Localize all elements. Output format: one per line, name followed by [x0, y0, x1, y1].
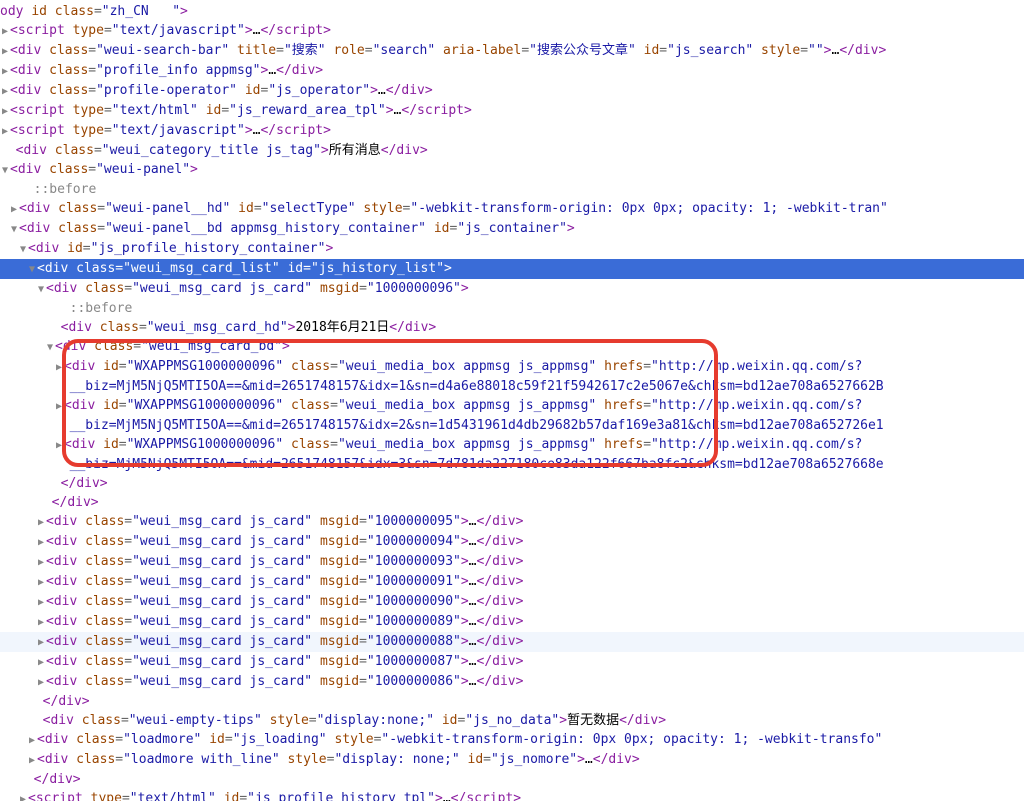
dom-close-line[interactable]: </div> — [0, 493, 1024, 512]
dom-node-line[interactable]: <div class="weui-search-bar" title="搜索" … — [0, 41, 1024, 61]
expand-arrow-icon[interactable] — [36, 633, 46, 652]
expand-arrow-icon[interactable] — [0, 62, 10, 81]
expand-arrow-icon[interactable] — [36, 653, 46, 672]
expand-arrow-icon[interactable] — [45, 338, 55, 357]
expand-arrow-icon[interactable] — [54, 397, 64, 416]
expand-arrow-icon[interactable] — [36, 573, 46, 592]
dom-node-line[interactable]: <div class="weui_msg_card js_card" msgid… — [0, 612, 1024, 632]
dom-node-line[interactable]: <div class="weui_msg_card js_card" msgid… — [0, 279, 1024, 299]
pseudo-element-line: ::before — [0, 180, 1024, 199]
dom-node-line[interactable]: <div class="weui_msg_card js_card" msgid… — [0, 552, 1024, 572]
expand-arrow-icon[interactable] — [0, 42, 10, 61]
dom-node-line[interactable]: <div class="weui-panel__hd" id="selectTy… — [0, 199, 1024, 219]
dom-close-line[interactable]: </div> — [0, 474, 1024, 493]
expand-arrow-icon[interactable] — [0, 122, 10, 141]
dom-node-continuation[interactable]: __biz=MjM5NjQ5MTI5OA==&mid=2651748157&id… — [0, 377, 1024, 396]
expand-arrow-icon[interactable] — [54, 436, 64, 455]
dom-node-line[interactable]: <div class="weui_msg_card js_card" msgid… — [0, 632, 1024, 652]
dom-node-line[interactable]: <div class="weui_msg_card js_card" msgid… — [0, 572, 1024, 592]
dom-node-line[interactable]: <div class="profile-operator" id="js_ope… — [0, 81, 1024, 101]
dom-node-line[interactable]: <script type="text/html" id="js_profile_… — [0, 789, 1024, 801]
expand-arrow-icon[interactable] — [9, 200, 19, 219]
dom-node-line[interactable]: <div id="WXAPPMSG1000000096" class="weui… — [0, 357, 1024, 377]
expand-arrow-icon[interactable] — [0, 102, 10, 121]
dom-node-line[interactable]: <script type="text/javascript">…</script… — [0, 21, 1024, 41]
expand-arrow-icon[interactable] — [36, 533, 46, 552]
dom-node-line[interactable]: <div id="js_profile_history_container"> — [0, 239, 1024, 259]
dom-node-continuation[interactable]: __biz=MjM5NjQ5MTI5OA==&mid=2651748157&id… — [0, 416, 1024, 435]
expand-arrow-icon[interactable] — [0, 82, 10, 101]
dom-node-line[interactable]: <div class="weui-panel"> — [0, 160, 1024, 180]
expand-arrow-icon[interactable] — [54, 358, 64, 377]
dom-node-line[interactable]: <div id="WXAPPMSG1000000096" class="weui… — [0, 435, 1024, 455]
dom-close-line[interactable]: </div> — [0, 692, 1024, 711]
dom-node-line[interactable]: <div class="weui_msg_card js_card" msgid… — [0, 652, 1024, 672]
dom-node-continuation[interactable]: __biz=MjM5NjQ5MTI5OA==&mid=2651748157&id… — [0, 455, 1024, 474]
expand-arrow-icon[interactable] — [18, 240, 28, 259]
dom-node-line[interactable]: <div class="loadmore" id="js_loading" st… — [0, 730, 1024, 750]
dom-node-line[interactable]: <div class="weui_msg_card js_card" msgid… — [0, 512, 1024, 532]
dom-close-line[interactable]: </div> — [0, 770, 1024, 789]
dom-node-line[interactable]: <div class="profile_info appmsg">…</div> — [0, 61, 1024, 81]
dom-node-line[interactable]: <div id="WXAPPMSG1000000096" class="weui… — [0, 396, 1024, 416]
dom-node-line[interactable]: <div class="weui_category_title js_tag">… — [0, 141, 1024, 160]
dom-node-line[interactable]: <div class="weui-empty-tips" style="disp… — [0, 711, 1024, 730]
expand-arrow-icon[interactable] — [0, 161, 10, 180]
expand-arrow-icon[interactable] — [36, 280, 46, 299]
dom-node-line[interactable]: <div class="weui_msg_card js_card" msgid… — [0, 672, 1024, 692]
expand-arrow-icon[interactable] — [36, 553, 46, 572]
dom-node-line[interactable]: <div class="loadmore with_line" style="d… — [0, 750, 1024, 770]
expand-arrow-icon[interactable] — [0, 22, 10, 41]
dom-node-line[interactable]: <div class="weui_msg_card js_card" msgid… — [0, 592, 1024, 612]
expand-arrow-icon[interactable] — [36, 613, 46, 632]
dom-node-line[interactable]: <div class="weui_msg_card_hd">2018年6月21日… — [0, 318, 1024, 337]
expand-arrow-icon[interactable] — [27, 751, 37, 770]
dom-node-line[interactable]: <script type="text/html" id="js_reward_a… — [0, 101, 1024, 121]
pseudo-element-line: ::before — [0, 299, 1024, 318]
dom-node-line[interactable]: <script type="text/javascript">…</script… — [0, 121, 1024, 141]
expand-arrow-icon[interactable] — [36, 673, 46, 692]
expand-arrow-icon[interactable] — [36, 593, 46, 612]
expand-arrow-icon[interactable] — [27, 731, 37, 750]
dom-node-line[interactable]: <div class="weui_msg_card_list" id="js_h… — [0, 259, 1024, 279]
dom-node-line[interactable]: ody id class="zh_CN "> — [0, 2, 1024, 21]
expand-arrow-icon[interactable] — [9, 220, 19, 239]
dom-node-line[interactable]: <div class="weui-panel__bd appmsg_histor… — [0, 219, 1024, 239]
expand-arrow-icon[interactable] — [27, 260, 37, 279]
expand-arrow-icon[interactable] — [18, 790, 28, 801]
dom-node-line[interactable]: <div class="weui_msg_card_bd"> — [0, 337, 1024, 357]
dom-node-line[interactable]: <div class="weui_msg_card js_card" msgid… — [0, 532, 1024, 552]
expand-arrow-icon[interactable] — [36, 513, 46, 532]
